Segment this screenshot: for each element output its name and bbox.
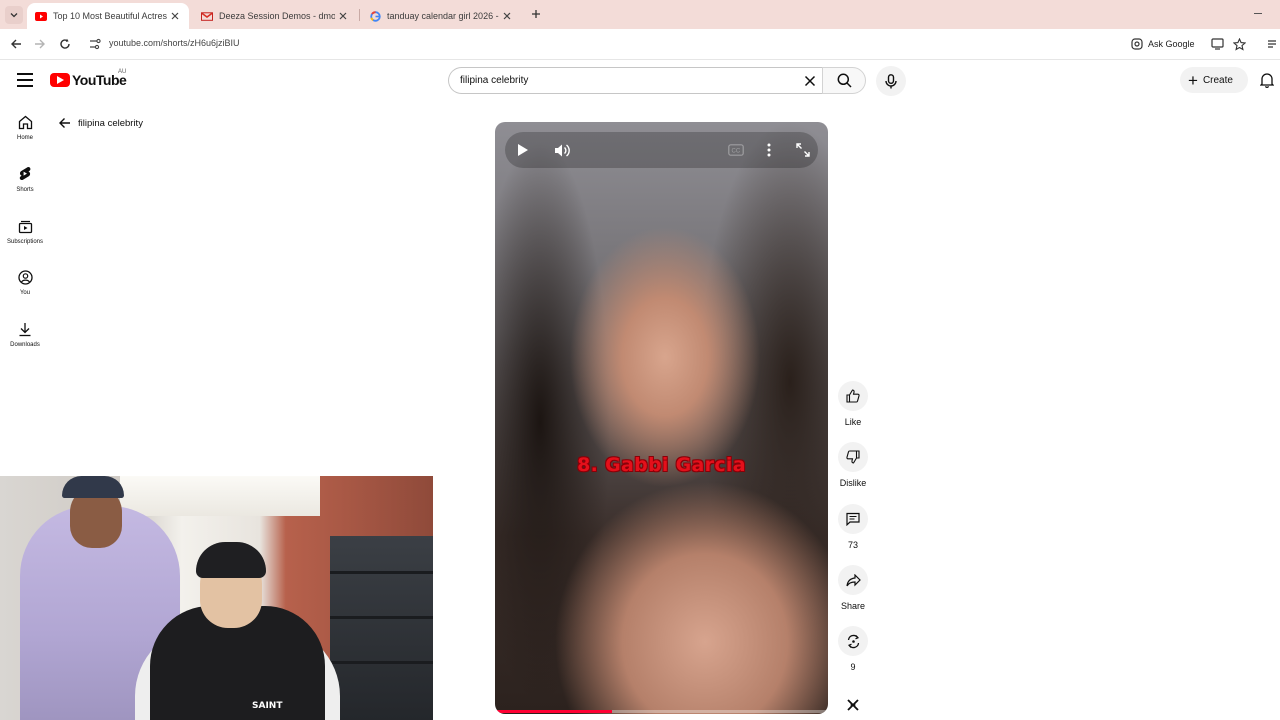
close-tab-icon[interactable] (335, 8, 351, 24)
country-code: AU (118, 69, 127, 75)
comment-icon (838, 504, 868, 534)
channel-avatar-icon (838, 690, 868, 720)
install-app-icon[interactable] (1210, 37, 1224, 51)
browser-tab[interactable]: tanduay calendar girl 2026 - Go (361, 3, 521, 29)
ask-google-label: Ask Google (1148, 39, 1195, 49)
search-query: filipina celebrity (460, 75, 529, 86)
youtube-masthead: YouTube AU filipina celebrity + Create (0, 60, 1280, 100)
more-options-icon[interactable] (760, 141, 778, 159)
guide-label: Subscriptions (6, 239, 44, 245)
guide-label: You (19, 290, 31, 296)
guide-item-downloads[interactable]: Downloads (0, 321, 50, 348)
voice-search-button[interactable] (876, 66, 906, 96)
create-label: Create (1202, 74, 1233, 86)
tab-search-chevron-icon[interactable] (5, 6, 23, 24)
tab-title: tanduay calendar girl 2026 - Go (387, 11, 499, 21)
back-arrow-icon[interactable] (8, 36, 24, 52)
thumbs-down-icon (838, 442, 868, 472)
remix-icon (838, 626, 868, 656)
search-input[interactable]: filipina celebrity (448, 67, 823, 94)
search-button[interactable] (822, 67, 866, 94)
remix-count: 9 (850, 662, 856, 672)
forward-arrow-icon[interactable] (32, 36, 48, 52)
comment-count: 73 (847, 540, 858, 550)
dislike-button[interactable]: Dislike (835, 442, 871, 488)
guide-item-subscriptions[interactable]: Subscriptions (0, 218, 50, 245)
fullscreen-icon[interactable] (794, 141, 812, 159)
new-tab-plus-icon[interactable] (528, 6, 544, 22)
microphone-icon (885, 73, 897, 88)
google-favicon-icon (369, 10, 381, 22)
browser-tab-active[interactable]: Top 10 Most Beautiful Actress I (27, 3, 189, 29)
plus-icon: + (1188, 70, 1198, 90)
close-tab-icon[interactable] (167, 8, 183, 24)
share-arrow-icon (838, 565, 868, 595)
share-button[interactable]: Share (835, 565, 871, 611)
tab-title: Deeza Session Demos - dmosu (219, 11, 335, 21)
browser-toolbar: youtube.com/shorts/zH6u6jziBIU Ask Googl… (0, 29, 1280, 60)
url-field[interactable]: youtube.com/shorts/zH6u6jziBIU (109, 38, 240, 48)
shorts-video-player[interactable]: CC 8. Gabbi Garcia (495, 122, 828, 714)
close-tab-icon[interactable] (499, 8, 515, 24)
shirt-print-text: SAINT (252, 701, 283, 711)
google-lens-icon (1131, 38, 1143, 50)
clothing-rack (330, 536, 433, 720)
download-icon (17, 321, 33, 337)
back-arrow-icon (57, 116, 71, 130)
search-term-label: filipina celebrity (78, 117, 143, 129)
like-button[interactable]: Like (835, 381, 871, 427)
captions-icon[interactable]: CC (727, 141, 745, 159)
home-icon (17, 114, 33, 130)
shorts-icon (17, 166, 33, 182)
search-icon (837, 73, 852, 88)
share-label: Share (840, 601, 866, 611)
site-info-icon[interactable] (88, 37, 102, 51)
remix-button[interactable]: 9 (835, 626, 871, 672)
video-progress-fill (495, 710, 612, 713)
thumbs-up-icon (838, 381, 868, 411)
guide-item-shorts[interactable]: Shorts (0, 166, 50, 193)
you-icon (17, 269, 33, 285)
clear-search-icon[interactable] (803, 74, 817, 88)
guide-label: Shorts (16, 187, 34, 193)
subscriptions-icon (17, 218, 33, 234)
reload-icon[interactable] (57, 36, 73, 52)
dislike-label: Dislike (839, 478, 867, 488)
guide-item-you[interactable]: You (0, 269, 50, 296)
svg-text:CC: CC (732, 148, 741, 154)
create-button[interactable]: + Create (1180, 67, 1248, 93)
like-label: Like (844, 417, 862, 427)
tab-divider (359, 9, 360, 21)
guide-item-home[interactable]: Home (0, 114, 50, 141)
guide-label: Home (16, 135, 33, 141)
webcam-overlay: SAINT (0, 476, 433, 720)
window-minimize-icon[interactable] (1254, 13, 1262, 14)
guide-menu-icon[interactable] (17, 73, 33, 87)
youtube-favicon-icon (35, 10, 47, 22)
volume-icon[interactable] (553, 141, 571, 159)
screen: Top 10 Most Beautiful Actress I Deeza Se… (0, 0, 1280, 720)
ask-google-button[interactable]: Ask Google (1131, 35, 1195, 53)
back-to-search-link[interactable]: filipina celebrity (57, 116, 143, 130)
reading-list-icon[interactable] (1266, 37, 1280, 51)
notifications-bell-icon[interactable] (1259, 72, 1275, 88)
browser-tab[interactable]: Deeza Session Demos - dmosu (193, 3, 357, 29)
comments-button[interactable]: 73 (835, 504, 871, 550)
gmail-favicon-icon (201, 10, 213, 22)
video-progress-bar[interactable] (495, 710, 828, 713)
play-icon[interactable] (514, 141, 532, 159)
browser-tab-strip: Top 10 Most Beautiful Actress I Deeza Se… (0, 0, 1280, 29)
channel-avatar-button[interactable] (835, 690, 871, 720)
bookmark-star-icon[interactable] (1232, 37, 1246, 51)
youtube-logo[interactable]: YouTube AU (50, 69, 127, 88)
guide-label: Downloads (10, 342, 40, 348)
tab-title: Top 10 Most Beautiful Actress I (53, 11, 167, 21)
youtube-play-logo-icon (50, 73, 70, 87)
video-caption: 8. Gabbi Garcia (577, 454, 746, 476)
